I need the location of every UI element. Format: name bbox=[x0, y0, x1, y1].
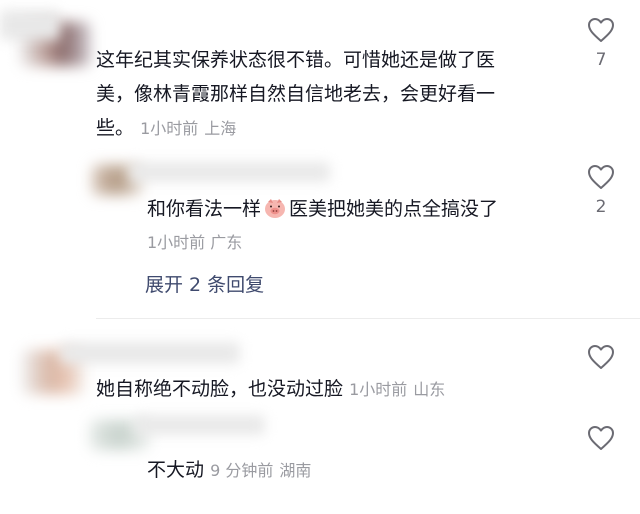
reply-meta: 1小时前 广东 bbox=[147, 233, 242, 253]
heart-outline-icon[interactable] bbox=[587, 344, 615, 370]
comment-text-line: 些。 1小时前 上海 bbox=[96, 111, 236, 146]
heart-outline-icon[interactable] bbox=[587, 17, 615, 43]
reply-text: 和你看法一样 医美把她美的点全搞没了 bbox=[147, 192, 498, 226]
comment-text-line: 这年纪其实保养状态很不错。可惜她还是做了医 bbox=[96, 49, 496, 71]
reply-time: 1小时前 bbox=[147, 233, 206, 252]
comment-text-line: 她自称绝不动脸，也没动过脸 1小时前 山东 bbox=[96, 372, 445, 407]
comment-location: 上海 bbox=[204, 119, 237, 138]
reply-text-line: 不大动 9 分钟前 湖南 bbox=[147, 453, 311, 488]
comment-text: 她自称绝不动脸，也没动过脸 bbox=[96, 378, 344, 400]
reply-text-after: 医美把她美的点全搞没了 bbox=[289, 198, 499, 220]
comment-text-line: 美，像林青霞那样自然自信地老去，会更好看一 bbox=[96, 83, 496, 105]
reply-location: 广东 bbox=[210, 233, 243, 252]
comment-location: 山东 bbox=[413, 380, 446, 399]
username-redacted[interactable] bbox=[130, 162, 330, 182]
comment-time: 1小时前 bbox=[349, 380, 408, 399]
username-redacted[interactable] bbox=[135, 415, 265, 435]
reply-location: 湖南 bbox=[279, 461, 312, 480]
reply-time: 9 分钟前 bbox=[210, 461, 274, 480]
divider bbox=[96, 318, 640, 319]
heart-outline-icon[interactable] bbox=[587, 164, 615, 190]
comment-time: 1小时前 bbox=[140, 119, 199, 138]
reply-text: 不大动 bbox=[147, 459, 205, 481]
reply-text-before: 和你看法一样 bbox=[147, 198, 262, 220]
pig-face-emoji bbox=[265, 199, 286, 218]
expand-replies-button[interactable]: 展开 2 条回复 bbox=[145, 270, 264, 297]
heart-outline-icon[interactable] bbox=[587, 425, 615, 451]
comment-text-end: 些。 bbox=[96, 117, 135, 139]
like-count: 2 bbox=[595, 197, 607, 217]
username-redacted[interactable] bbox=[0, 10, 60, 40]
like-count: 7 bbox=[595, 50, 607, 70]
username-redacted[interactable] bbox=[60, 342, 240, 364]
